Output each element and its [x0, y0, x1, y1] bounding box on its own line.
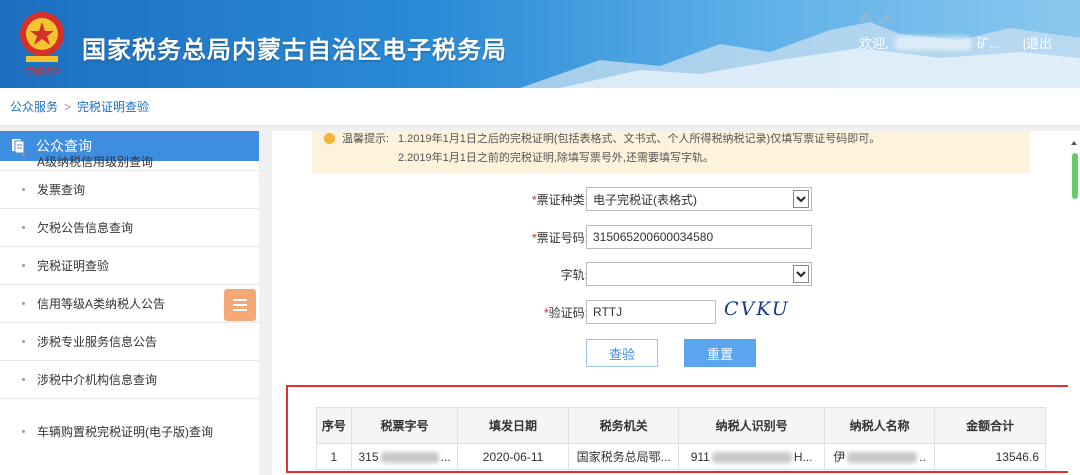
site-title: 国家税务总局内蒙古自治区电子税务局	[82, 36, 507, 64]
bullet-icon	[22, 302, 25, 305]
bullet-icon	[22, 378, 25, 381]
sidebar-item-vehicle-tax[interactable]: 车辆购置税完税证明(电子版)查询	[0, 399, 259, 463]
notice-line-2: 2.2019年1月1日之前的完税证明,除填写票号外,还需要填写字轨。	[398, 152, 714, 164]
username-suffix: 矿...	[976, 36, 1001, 51]
column-header: 金额合计	[934, 407, 1046, 444]
ticket-type-value: 电子完税证(表格式)	[593, 192, 697, 207]
redacted-text	[847, 452, 918, 464]
table-header-row: 序号 税票字号 填发日期 税务机关 纳税人识别号 纳税人名称 金额合计	[316, 407, 1046, 444]
warning-icon	[324, 133, 335, 144]
notice-line-1: 1.2019年1月1日之后的完税证明(包括表格式、文书式、个人所得税纳税记录)仅…	[398, 133, 881, 145]
sidebar-item-credit-level[interactable]: A级纳税信用级别查询	[0, 153, 259, 171]
captcha-label: *验证码:	[543, 306, 588, 320]
reset-button[interactable]: 重置	[684, 339, 756, 367]
ticket-no-label: *票证号码:	[531, 231, 588, 245]
sidebar-item-label: 涉税中介机构信息查询	[37, 373, 158, 387]
form-row-ticket-no: *票证号码: 315065200600034580	[272, 225, 1080, 249]
bullet-icon	[22, 264, 25, 267]
column-header: 税票字号	[350, 407, 459, 444]
sidebar-item-label: 信用等级A类纳税人公告	[37, 297, 166, 311]
sidebar-item-tax-certificate[interactable]: 完税证明查验	[0, 247, 259, 285]
sidebar: 公众查询 A级纳税信用级别查询 发票查询 欠税公告信息查询 完税证明查验 信用等…	[0, 131, 259, 475]
bullet-icon	[22, 188, 25, 191]
dropdown-button[interactable]	[793, 190, 809, 208]
vertical-scrollbar[interactable]	[1068, 131, 1080, 475]
tax-emblem-logo: 中国税务	[20, 12, 64, 77]
cell-taxpayer-name: 伊..	[823, 443, 936, 470]
notice-box: 温馨提示: 1.2019年1月1日之后的完税证明(包括表格式、文书式、个人所得税…	[312, 131, 1030, 173]
breadcrumb-current[interactable]: 完税证明查验	[77, 98, 149, 115]
query-button[interactable]: 查验	[586, 339, 658, 367]
results-highlight-box: 序号 税票字号 填发日期 税务机关 纳税人识别号 纳税人名称 金额合计 1 31…	[286, 385, 1076, 473]
sidebar-item-label: A级纳税信用级别查询	[37, 155, 154, 169]
user-area: 欢迎, 矿... |退出	[859, 33, 1052, 52]
table-row[interactable]: 1 315... 2020-06-11 国家税务总局鄂... 911 H... 伊…	[316, 443, 1046, 470]
cell-taxpayer-id: 911 H...	[678, 443, 825, 470]
breadcrumb: 公众服务 > 完税证明查验	[0, 88, 1080, 126]
ticket-no-input[interactable]: 315065200600034580	[586, 225, 812, 249]
results-table: 序号 税票字号 填发日期 税务机关 纳税人识别号 纳税人名称 金额合计 1 31…	[316, 407, 1046, 470]
redacted-username	[894, 35, 971, 50]
cell-date: 2020-06-11	[457, 443, 569, 470]
chevron-down-icon	[796, 271, 806, 278]
track-select[interactable]	[586, 262, 812, 286]
bullet-icon	[22, 153, 25, 156]
site-header: 中国税务 国家税务总局内蒙古自治区电子税务局 欢迎, 矿... |退出	[0, 0, 1080, 88]
sidebar-item-label: 完税证明查验	[37, 259, 110, 273]
welcome-text: 欢迎,	[859, 36, 889, 51]
list-icon	[233, 299, 247, 311]
captcha-image[interactable]: CVKU	[724, 298, 796, 324]
sidebar-item-label: 发票查询	[37, 183, 86, 197]
main-content: 温馨提示: 1.2019年1月1日之后的完税证明(包括表格式、文书式、个人所得税…	[272, 131, 1080, 475]
sidebar-item-professional-service[interactable]: 涉税专业服务信息公告	[0, 323, 259, 361]
cell-tax-office: 国家税务总局鄂...	[567, 443, 680, 470]
menu-toggle-button[interactable]	[224, 289, 256, 321]
form-row-track: 字轨:	[272, 262, 1080, 286]
bullet-icon	[22, 429, 25, 433]
chevron-down-icon	[796, 196, 806, 203]
sidebar-item-invoice[interactable]: 发票查询	[0, 171, 259, 209]
logout-link[interactable]: |退出	[1023, 33, 1052, 52]
svg-text:中国税务: 中国税务	[24, 66, 61, 77]
sidebar-list: A级纳税信用级别查询 发票查询 欠税公告信息查询 完税证明查验 信用等级A类纳税…	[0, 153, 259, 463]
bullet-icon	[22, 226, 25, 229]
column-header: 纳税人名称	[823, 407, 936, 444]
scrollbar-thumb[interactable]	[1072, 153, 1078, 199]
column-header: 序号	[316, 407, 352, 444]
sidebar-item-label: 涉税专业服务信息公告	[37, 335, 158, 349]
column-header: 填发日期	[457, 407, 569, 444]
column-header: 税务机关	[567, 407, 680, 444]
form-row-captcha: *验证码: RTTJ CVKU	[272, 298, 1080, 324]
bullet-icon	[22, 340, 25, 343]
redacted-text	[711, 451, 792, 463]
dropdown-button[interactable]	[793, 265, 809, 283]
cell-seq: 1	[316, 443, 352, 470]
document-icon	[12, 139, 24, 153]
redacted-text	[380, 451, 439, 463]
sidebar-item-arrears[interactable]: 欠税公告信息查询	[0, 209, 259, 247]
notice-label: 温馨提示:	[342, 133, 390, 145]
column-header: 纳税人识别号	[678, 407, 825, 444]
captcha-input[interactable]: RTTJ	[586, 300, 716, 324]
form-row-ticket-type: *票证种类: 电子完税证(表格式)	[272, 187, 1080, 211]
sidebar-item-intermediary[interactable]: 涉税中介机构信息查询	[0, 361, 259, 399]
ticket-type-select[interactable]: 电子完税证(表格式)	[586, 187, 812, 211]
sidebar-item-label: 欠税公告信息查询	[37, 221, 134, 235]
cell-ticket-no: 315...	[350, 443, 459, 470]
sidebar-item-label: 车辆购置税完税证明(电子版)查询	[37, 424, 213, 439]
cell-amount: 13546.6	[934, 443, 1046, 470]
sidebar-item-a-class-notice[interactable]: 信用等级A类纳税人公告	[0, 285, 259, 323]
breadcrumb-home[interactable]: 公众服务	[10, 98, 58, 115]
scroll-up-arrow-icon[interactable]	[1070, 139, 1078, 147]
ticket-type-label: *票证种类:	[531, 193, 588, 207]
track-label: 字轨:	[560, 268, 588, 282]
breadcrumb-separator: >	[64, 99, 72, 114]
